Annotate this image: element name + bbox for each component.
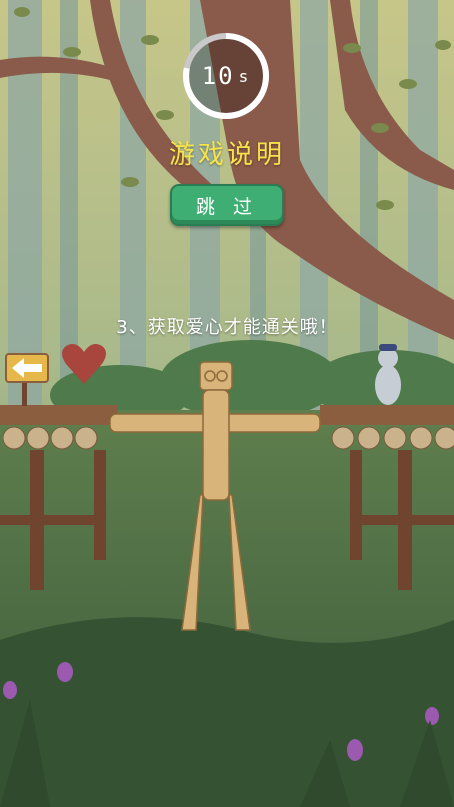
- instruction-text: 3、获取爱心才能通关哦！: [116, 317, 338, 338]
- countdown-timer: 10 s: [181, 31, 271, 121]
- timer-unit: s: [238, 66, 251, 86]
- timer-label: 10 s: [181, 31, 271, 121]
- game-scene: [0, 0, 454, 807]
- timer-value: 10: [201, 62, 235, 90]
- skip-button[interactable]: 跳 过: [170, 184, 284, 226]
- page-title: 游戏说明: [168, 140, 285, 170]
